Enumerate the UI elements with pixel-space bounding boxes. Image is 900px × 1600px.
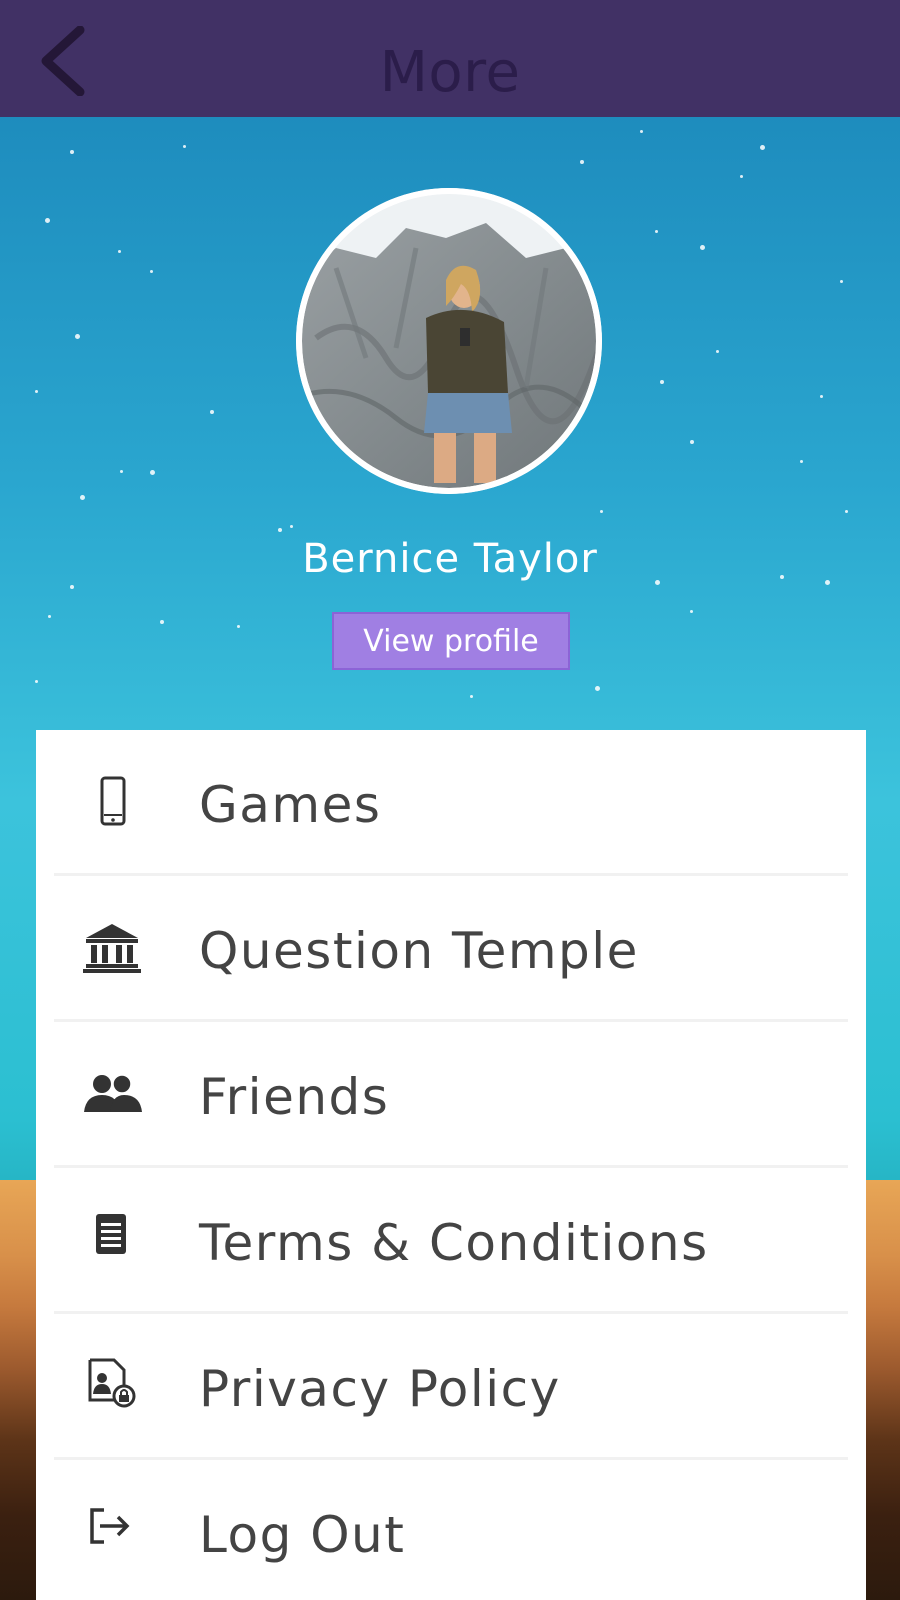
menu-item-label: Question Temple xyxy=(199,922,639,980)
profile-photo xyxy=(296,188,602,494)
menu-item-label: Games xyxy=(199,776,382,834)
document-icon xyxy=(80,1210,144,1274)
top-bar: More xyxy=(0,0,900,117)
menu-item-label: Log Out xyxy=(199,1506,406,1564)
user-name: Bernice Taylor xyxy=(302,536,598,582)
menu-item-label: Terms & Conditions xyxy=(199,1214,709,1272)
menu-item-label: Privacy Policy xyxy=(199,1360,561,1418)
menu-item-games[interactable]: Games xyxy=(54,730,848,876)
privacy-document-icon xyxy=(80,1356,144,1420)
menu-list: Games Question Temple Friends Terms & Co… xyxy=(36,730,866,1600)
temple-icon xyxy=(80,918,144,982)
menu-item-privacy-policy[interactable]: Privacy Policy xyxy=(54,1314,848,1460)
menu-item-friends[interactable]: Friends xyxy=(54,1022,848,1168)
view-profile-button[interactable]: View profile xyxy=(332,612,570,670)
menu-item-terms-conditions[interactable]: Terms & Conditions xyxy=(54,1168,848,1314)
menu-item-question-temple[interactable]: Question Temple xyxy=(54,876,848,1022)
mobile-phone-icon xyxy=(80,772,144,836)
page-title: More xyxy=(379,40,521,105)
menu-item-label: Friends xyxy=(199,1068,390,1126)
avatar[interactable] xyxy=(296,188,602,494)
logout-icon xyxy=(80,1502,144,1566)
more-screen: More Bernice Taylor View profile Games Q… xyxy=(0,0,900,1600)
menu-item-log-out[interactable]: Log Out xyxy=(54,1460,848,1600)
friends-icon xyxy=(80,1064,144,1128)
